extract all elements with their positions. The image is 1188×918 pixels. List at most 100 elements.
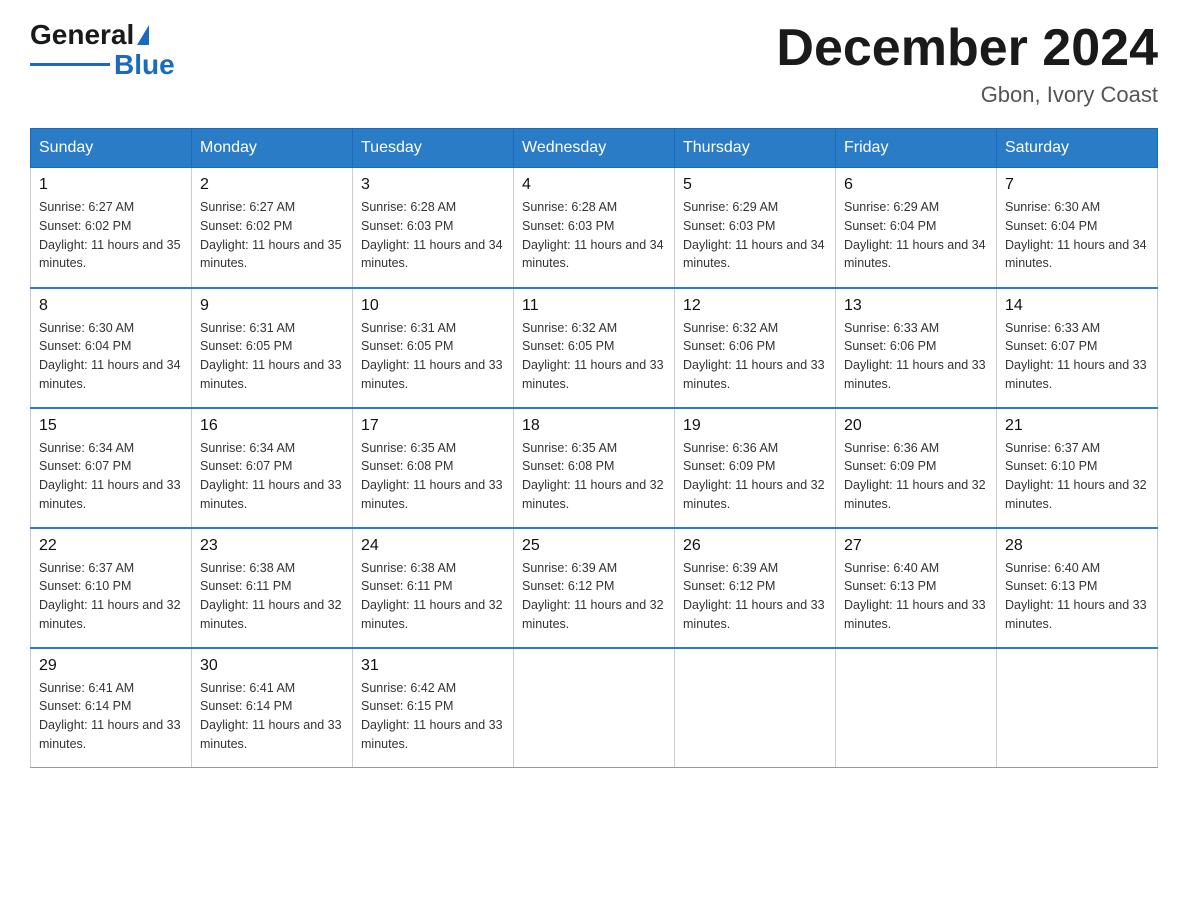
day-info: Sunrise: 6:38 AM Sunset: 6:11 PM Dayligh… [361, 559, 505, 634]
day-number: 10 [361, 297, 505, 315]
day-info: Sunrise: 6:41 AM Sunset: 6:14 PM Dayligh… [39, 679, 183, 754]
col-wednesday: Wednesday [514, 129, 675, 168]
table-row: 6 Sunrise: 6:29 AM Sunset: 6:04 PM Dayli… [836, 168, 997, 288]
day-info: Sunrise: 6:32 AM Sunset: 6:05 PM Dayligh… [522, 319, 666, 394]
day-number: 4 [522, 176, 666, 194]
day-info: Sunrise: 6:28 AM Sunset: 6:03 PM Dayligh… [361, 198, 505, 273]
table-row [997, 648, 1158, 768]
table-row [836, 648, 997, 768]
day-info: Sunrise: 6:27 AM Sunset: 6:02 PM Dayligh… [200, 198, 344, 273]
logo-blue-text: Blue [114, 49, 175, 81]
table-row: 15 Sunrise: 6:34 AM Sunset: 6:07 PM Dayl… [31, 408, 192, 528]
table-row: 21 Sunrise: 6:37 AM Sunset: 6:10 PM Dayl… [997, 408, 1158, 528]
table-row: 27 Sunrise: 6:40 AM Sunset: 6:13 PM Dayl… [836, 528, 997, 648]
day-info: Sunrise: 6:38 AM Sunset: 6:11 PM Dayligh… [200, 559, 344, 634]
day-number: 1 [39, 176, 183, 194]
day-number: 28 [1005, 537, 1149, 555]
day-number: 21 [1005, 417, 1149, 435]
day-info: Sunrise: 6:35 AM Sunset: 6:08 PM Dayligh… [361, 439, 505, 514]
title-section: December 2024 Gbon, Ivory Coast [776, 20, 1158, 108]
day-number: 20 [844, 417, 988, 435]
table-row: 23 Sunrise: 6:38 AM Sunset: 6:11 PM Dayl… [192, 528, 353, 648]
table-row: 19 Sunrise: 6:36 AM Sunset: 6:09 PM Dayl… [675, 408, 836, 528]
day-number: 14 [1005, 297, 1149, 315]
day-info: Sunrise: 6:40 AM Sunset: 6:13 PM Dayligh… [844, 559, 988, 634]
day-info: Sunrise: 6:37 AM Sunset: 6:10 PM Dayligh… [39, 559, 183, 634]
table-row: 12 Sunrise: 6:32 AM Sunset: 6:06 PM Dayl… [675, 288, 836, 408]
page-header: General Blue December 2024 Gbon, Ivory C… [30, 20, 1158, 108]
table-row: 5 Sunrise: 6:29 AM Sunset: 6:03 PM Dayli… [675, 168, 836, 288]
table-row: 30 Sunrise: 6:41 AM Sunset: 6:14 PM Dayl… [192, 648, 353, 768]
day-number: 30 [200, 657, 344, 675]
day-number: 26 [683, 537, 827, 555]
day-number: 25 [522, 537, 666, 555]
day-number: 13 [844, 297, 988, 315]
table-row: 22 Sunrise: 6:37 AM Sunset: 6:10 PM Dayl… [31, 528, 192, 648]
day-info: Sunrise: 6:39 AM Sunset: 6:12 PM Dayligh… [522, 559, 666, 634]
day-info: Sunrise: 6:28 AM Sunset: 6:03 PM Dayligh… [522, 198, 666, 273]
table-row: 9 Sunrise: 6:31 AM Sunset: 6:05 PM Dayli… [192, 288, 353, 408]
table-row: 16 Sunrise: 6:34 AM Sunset: 6:07 PM Dayl… [192, 408, 353, 528]
day-number: 18 [522, 417, 666, 435]
day-info: Sunrise: 6:29 AM Sunset: 6:04 PM Dayligh… [844, 198, 988, 273]
day-info: Sunrise: 6:33 AM Sunset: 6:07 PM Dayligh… [1005, 319, 1149, 394]
col-saturday: Saturday [997, 129, 1158, 168]
logo: General Blue [30, 20, 175, 81]
day-info: Sunrise: 6:31 AM Sunset: 6:05 PM Dayligh… [200, 319, 344, 394]
col-monday: Monday [192, 129, 353, 168]
day-number: 29 [39, 657, 183, 675]
day-number: 12 [683, 297, 827, 315]
logo-general-text: General [30, 20, 149, 51]
col-friday: Friday [836, 129, 997, 168]
table-row: 24 Sunrise: 6:38 AM Sunset: 6:11 PM Dayl… [353, 528, 514, 648]
location: Gbon, Ivory Coast [776, 82, 1158, 108]
day-number: 16 [200, 417, 344, 435]
day-number: 11 [522, 297, 666, 315]
col-sunday: Sunday [31, 129, 192, 168]
day-info: Sunrise: 6:33 AM Sunset: 6:06 PM Dayligh… [844, 319, 988, 394]
day-number: 7 [1005, 176, 1149, 194]
table-row: 28 Sunrise: 6:40 AM Sunset: 6:13 PM Dayl… [997, 528, 1158, 648]
table-row [675, 648, 836, 768]
day-info: Sunrise: 6:35 AM Sunset: 6:08 PM Dayligh… [522, 439, 666, 514]
calendar-week-row: 22 Sunrise: 6:37 AM Sunset: 6:10 PM Dayl… [31, 528, 1158, 648]
table-row: 29 Sunrise: 6:41 AM Sunset: 6:14 PM Dayl… [31, 648, 192, 768]
col-thursday: Thursday [675, 129, 836, 168]
day-number: 9 [200, 297, 344, 315]
day-info: Sunrise: 6:32 AM Sunset: 6:06 PM Dayligh… [683, 319, 827, 394]
day-info: Sunrise: 6:40 AM Sunset: 6:13 PM Dayligh… [1005, 559, 1149, 634]
table-row: 31 Sunrise: 6:42 AM Sunset: 6:15 PM Dayl… [353, 648, 514, 768]
calendar-week-row: 1 Sunrise: 6:27 AM Sunset: 6:02 PM Dayli… [31, 168, 1158, 288]
day-number: 2 [200, 176, 344, 194]
table-row: 18 Sunrise: 6:35 AM Sunset: 6:08 PM Dayl… [514, 408, 675, 528]
table-row: 13 Sunrise: 6:33 AM Sunset: 6:06 PM Dayl… [836, 288, 997, 408]
calendar-week-row: 15 Sunrise: 6:34 AM Sunset: 6:07 PM Dayl… [31, 408, 1158, 528]
day-info: Sunrise: 6:39 AM Sunset: 6:12 PM Dayligh… [683, 559, 827, 634]
day-info: Sunrise: 6:42 AM Sunset: 6:15 PM Dayligh… [361, 679, 505, 754]
month-title: December 2024 [776, 20, 1158, 77]
table-row: 20 Sunrise: 6:36 AM Sunset: 6:09 PM Dayl… [836, 408, 997, 528]
day-number: 6 [844, 176, 988, 194]
table-row: 14 Sunrise: 6:33 AM Sunset: 6:07 PM Dayl… [997, 288, 1158, 408]
day-info: Sunrise: 6:41 AM Sunset: 6:14 PM Dayligh… [200, 679, 344, 754]
day-info: Sunrise: 6:29 AM Sunset: 6:03 PM Dayligh… [683, 198, 827, 273]
table-row: 3 Sunrise: 6:28 AM Sunset: 6:03 PM Dayli… [353, 168, 514, 288]
day-info: Sunrise: 6:37 AM Sunset: 6:10 PM Dayligh… [1005, 439, 1149, 514]
day-info: Sunrise: 6:36 AM Sunset: 6:09 PM Dayligh… [683, 439, 827, 514]
day-number: 22 [39, 537, 183, 555]
calendar-week-row: 8 Sunrise: 6:30 AM Sunset: 6:04 PM Dayli… [31, 288, 1158, 408]
day-number: 27 [844, 537, 988, 555]
day-info: Sunrise: 6:30 AM Sunset: 6:04 PM Dayligh… [1005, 198, 1149, 273]
table-row: 4 Sunrise: 6:28 AM Sunset: 6:03 PM Dayli… [514, 168, 675, 288]
col-tuesday: Tuesday [353, 129, 514, 168]
day-info: Sunrise: 6:36 AM Sunset: 6:09 PM Dayligh… [844, 439, 988, 514]
header-row: Sunday Monday Tuesday Wednesday Thursday… [31, 129, 1158, 168]
day-info: Sunrise: 6:34 AM Sunset: 6:07 PM Dayligh… [200, 439, 344, 514]
day-number: 24 [361, 537, 505, 555]
day-number: 3 [361, 176, 505, 194]
table-row: 1 Sunrise: 6:27 AM Sunset: 6:02 PM Dayli… [31, 168, 192, 288]
day-info: Sunrise: 6:30 AM Sunset: 6:04 PM Dayligh… [39, 319, 183, 394]
day-info: Sunrise: 6:27 AM Sunset: 6:02 PM Dayligh… [39, 198, 183, 273]
day-number: 5 [683, 176, 827, 194]
table-row: 17 Sunrise: 6:35 AM Sunset: 6:08 PM Dayl… [353, 408, 514, 528]
